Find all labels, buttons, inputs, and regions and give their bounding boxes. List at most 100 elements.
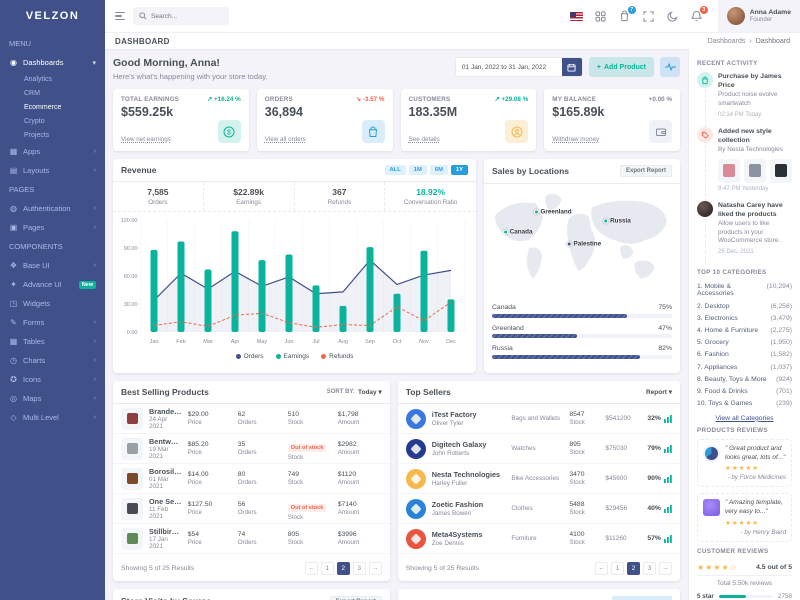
category-name: 1. Mobile & Accessories (697, 283, 767, 297)
seller-row[interactable]: Zoetic Fashion James Bowen Clothes 5488S… (398, 494, 680, 524)
sidebar-item[interactable]: ✎ Forms › (0, 313, 105, 332)
mini-bars-icon (664, 415, 672, 423)
product-thumb-jacket[interactable] (718, 159, 740, 183)
apps-grid-icon[interactable] (594, 10, 607, 23)
bottom-right-panel (398, 589, 680, 600)
sidebar-item[interactable]: PAGES (0, 180, 105, 199)
stat-link[interactable]: View net earnings (121, 136, 171, 143)
sidebar-item[interactable]: ◳ Widgets (0, 294, 105, 313)
sidebar-item[interactable]: COMPONENTS (0, 237, 105, 256)
range-button[interactable]: ALL (385, 165, 406, 175)
category-row[interactable]: 3. Electronics (3,479) (697, 312, 792, 324)
cart-bag-icon[interactable]: 7 (618, 10, 631, 23)
sidebar-item[interactable]: ◍ Authentication › (0, 199, 105, 218)
category-row[interactable]: 9. Food & Drinks (701) (697, 385, 792, 397)
product-row[interactable]: Branded T-Shirts 24 Apr 2021 $29.00Price… (113, 404, 390, 434)
calendar-button[interactable] (562, 58, 582, 76)
page-button[interactable]: 3 (643, 562, 656, 575)
map-marker[interactable]: Palestine (567, 241, 602, 248)
activity-item[interactable]: Natasha Carey have liked the products Al… (697, 201, 792, 264)
sidebar-item[interactable]: MENU (0, 34, 105, 53)
brand-logo[interactable]: VELZON (0, 0, 105, 32)
language-flag-icon[interactable] (570, 10, 583, 23)
activity-item[interactable]: Added new style collection By Nesta Tech… (697, 127, 792, 201)
seller-company: Zoetic Fashion (432, 500, 506, 509)
date-range-input[interactable] (456, 58, 562, 76)
stat-link[interactable]: Withdraw money (552, 136, 599, 143)
sidebar-nav: MENU ◉ Dashboards ▾ Analytics (0, 32, 105, 427)
sidebar-item[interactable]: ▣ Pages › (0, 218, 105, 237)
activity-item[interactable]: Purchase by James Price Product noise ev… (697, 72, 792, 127)
sidebar-item[interactable]: Projects (0, 128, 105, 142)
page-button[interactable]: 2 (627, 562, 640, 575)
sidebar-item[interactable]: ✦ Advance UI New (0, 275, 105, 294)
page-button[interactable]: ← (595, 562, 608, 575)
sidebar-item[interactable]: ◎ Maps › (0, 389, 105, 408)
category-count: (239) (776, 400, 792, 407)
product-review-card[interactable]: " Great product and looks great, lots of… (697, 439, 792, 488)
seller-row[interactable]: Nesta Technologies Harley Fuller Bike Ac… (398, 464, 680, 494)
page-button[interactable]: 2 (337, 562, 350, 575)
sidebar-item[interactable]: ❖ Base UI › (0, 256, 105, 275)
breadcrumb-root[interactable]: Dashboards (708, 38, 746, 45)
user-menu[interactable]: Anna Adame Founder (718, 0, 800, 32)
page-button[interactable]: ← (305, 562, 318, 575)
sidebar-item[interactable]: Ecommerce (0, 100, 105, 114)
page-button[interactable]: → (369, 562, 382, 575)
sidebar-item[interactable]: ▦ Apps › (0, 142, 105, 161)
range-button[interactable]: 1M (409, 165, 427, 175)
range-button[interactable]: 1Y (451, 165, 468, 175)
sidebar-item[interactable]: ◷ Charts › (0, 351, 105, 370)
stat-link[interactable]: See details (409, 136, 440, 143)
search-input[interactable] (151, 13, 221, 20)
dark-mode-moon-icon[interactable] (666, 10, 679, 23)
map-marker[interactable]: Greenland (533, 208, 571, 215)
view-all-categories-link[interactable]: View all Categories (697, 415, 792, 422)
sidebar-item[interactable]: ▦ Tables › (0, 332, 105, 351)
product-thumb-chair[interactable] (744, 159, 766, 183)
hamburger-menu-icon[interactable] (115, 12, 125, 20)
page-button[interactable]: 1 (321, 562, 334, 575)
stat-link[interactable]: View all orders (265, 136, 306, 143)
notifications-bell-icon[interactable]: 3 (690, 10, 703, 23)
add-product-button[interactable]: + Add Product (589, 57, 654, 77)
category-row[interactable]: 7. Appliances (1,037) (697, 361, 792, 373)
map-marker[interactable]: Canada (503, 228, 533, 235)
activity-pulse-button[interactable] (660, 57, 680, 77)
category-row[interactable]: 5. Grocery (1,950) (697, 337, 792, 349)
seller-row[interactable]: iTest Factory Oliver Tyler Bags and Wall… (398, 404, 680, 434)
sidebar-item[interactable]: ✪ Icons › (0, 370, 105, 389)
product-thumb-bag[interactable] (770, 159, 792, 183)
category-row[interactable]: 10. Toys & Games (239) (697, 398, 792, 410)
sidebar-item[interactable]: Crypto (0, 114, 105, 128)
map-marker[interactable]: Russia (603, 217, 631, 224)
category-row[interactable]: 1. Mobile & Accessories (10,294) (697, 281, 792, 300)
product-row[interactable]: Borosil Paper Cup 01 Mar 2021 $14.00Pric… (113, 464, 390, 494)
legend-item: Earnings (276, 353, 310, 360)
seller-row[interactable]: Meta4Systems Zoe Dennis Furniture 4100St… (398, 524, 680, 554)
category-row[interactable]: 8. Beauty, Toys & More (924) (697, 373, 792, 385)
product-row[interactable]: Stillbird Helmet 17 Jan 2021 $54Price 74… (113, 524, 390, 554)
sidebar-item[interactable]: ◇ Multi Level › (0, 408, 105, 427)
page-button[interactable]: 3 (353, 562, 366, 575)
seller-row[interactable]: Digitech Galaxy John Roberts Watches 895… (398, 434, 680, 464)
report-dropdown[interactable]: Report ▾ (646, 388, 672, 396)
sidebar-item[interactable]: ◉ Dashboards ▾ (0, 53, 105, 72)
page-button[interactable]: 1 (611, 562, 624, 575)
export-report-button[interactable]: Export Report (330, 596, 382, 600)
product-row[interactable]: One Seater Sofa 11 Feb 2021 $127.50Price… (113, 494, 390, 524)
category-row[interactable]: 6. Fashion (1,582) (697, 349, 792, 361)
category-row[interactable]: 2. Desktop (6,256) (697, 300, 792, 312)
page-button[interactable]: → (659, 562, 672, 575)
fullscreen-icon[interactable] (642, 10, 655, 23)
export-report-button[interactable]: Export Report (620, 165, 672, 177)
generate-report-button[interactable] (612, 596, 672, 600)
sidebar-item[interactable]: Analytics (0, 72, 105, 86)
product-row[interactable]: Bentwood Chair 19 Mar 2021 $85.20Price 3… (113, 434, 390, 464)
sort-by-dropdown[interactable]: SORT BY: Today ▾ (327, 388, 382, 396)
product-review-card[interactable]: " Amazing template, very easy to..." ★★★… (697, 493, 792, 542)
sidebar-item[interactable]: CRM (0, 86, 105, 100)
range-button[interactable]: 6M (430, 165, 448, 175)
sidebar-item[interactable]: ▤ Layouts › (0, 161, 105, 180)
category-row[interactable]: 4. Home & Furniture (2,275) (697, 324, 792, 336)
